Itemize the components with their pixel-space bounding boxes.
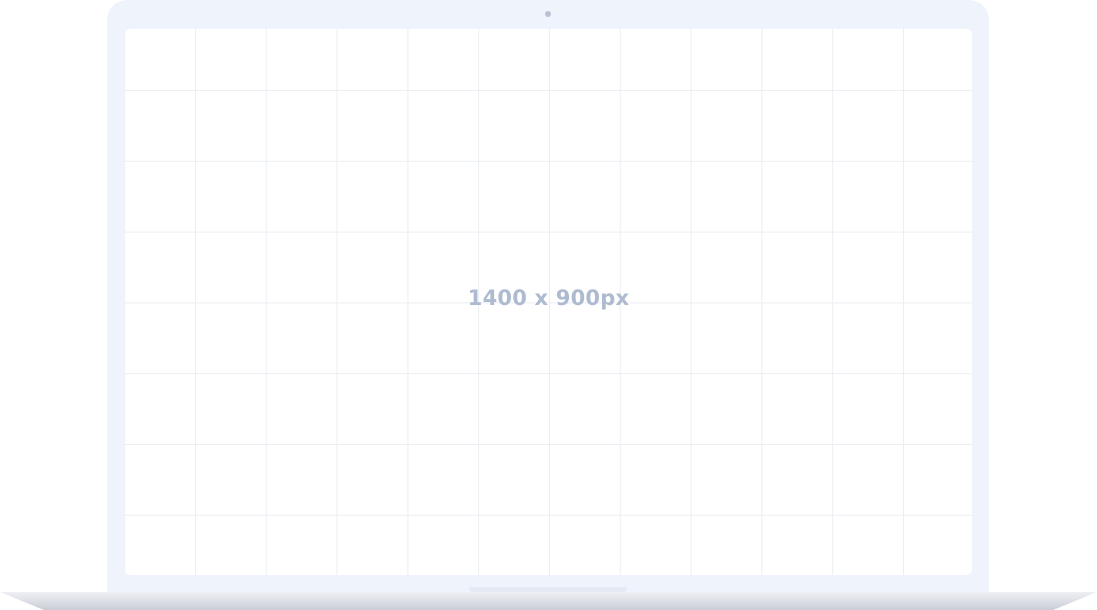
camera-icon — [545, 11, 551, 17]
laptop-base — [0, 592, 1097, 610]
resolution-label: 1400 x 900px — [467, 286, 630, 310]
